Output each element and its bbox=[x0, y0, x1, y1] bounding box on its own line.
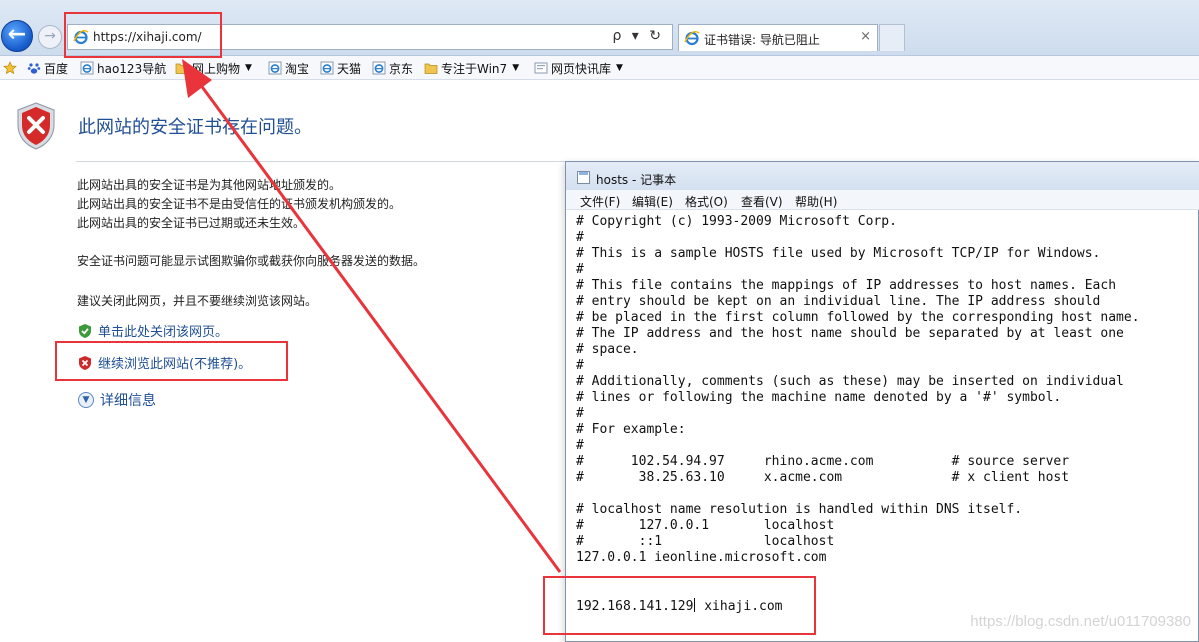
notepad-titlebar[interactable]: hosts - 记事本 bbox=[566, 162, 1199, 190]
text-line: # This is a sample HOSTS file used by Mi… bbox=[576, 246, 1101, 261]
green-shield-icon bbox=[79, 323, 91, 338]
close-link-text[interactable]: 单击此处关闭该网页。 bbox=[98, 321, 228, 340]
text-line: # ::1 localhost bbox=[576, 534, 835, 549]
menu-help[interactable]: 帮助(H) bbox=[795, 193, 837, 210]
reason-text: 此网站出具的安全证书不是由受信任的证书颁发机构颁发的。 bbox=[77, 197, 402, 211]
notepad-window: hosts - 记事本 文件(F) 编辑(E) 格式(O) 查看(V) 帮助(H… bbox=[565, 161, 1199, 642]
fav-label: 专注于Win7 bbox=[441, 61, 508, 76]
folder-icon bbox=[175, 63, 189, 74]
text-line: # 102.54.94.97 rhino.acme.com # source s… bbox=[576, 454, 1070, 469]
fav-item-win7[interactable]: 专注于Win7 ▼ bbox=[424, 60, 519, 76]
fav-item-shopping[interactable]: 网上购物 ▼ bbox=[175, 60, 252, 76]
menu-format[interactable]: 格式(O) bbox=[685, 193, 728, 210]
page-title: 此网站的安全证书存在问题。 bbox=[78, 117, 312, 138]
fav-label: 淘宝 bbox=[285, 61, 310, 76]
notepad-title: hosts - 记事本 bbox=[596, 173, 677, 187]
text-line: # 127.0.0.1 localhost bbox=[576, 518, 835, 533]
text-line bbox=[576, 486, 1196, 502]
paw-icon bbox=[27, 63, 41, 74]
close-page-link[interactable]: 单击此处关闭该网页。 bbox=[78, 321, 228, 340]
text-line: # bbox=[576, 230, 584, 245]
ie-page-icon bbox=[320, 61, 334, 75]
close-icon[interactable]: × bbox=[860, 29, 871, 44]
text-line: # This file contains the mappings of IP … bbox=[576, 278, 1117, 293]
menu-view[interactable]: 查看(V) bbox=[741, 193, 783, 210]
fav-item-jd[interactable]: 京东 bbox=[372, 60, 413, 76]
watermark: https://blog.csdn.net/u011709380 bbox=[970, 613, 1191, 630]
shield-error-icon bbox=[17, 102, 55, 150]
fav-label: hao123导航 bbox=[97, 61, 167, 76]
details-link[interactable]: ▼ 详细信息 bbox=[78, 390, 156, 410]
annotation-box-continue bbox=[55, 341, 288, 381]
folder-icon bbox=[424, 63, 438, 74]
text-line: # Additionally, comments (such as these)… bbox=[576, 374, 1124, 389]
text-line: # space. bbox=[576, 342, 639, 357]
text-line: # bbox=[576, 438, 584, 453]
search-refresh-icons[interactable]: ρ ▾ ↻ bbox=[612, 28, 664, 44]
fav-item-taobao[interactable]: 淘宝 bbox=[268, 60, 309, 76]
fav-label: 网上购物 bbox=[192, 61, 241, 76]
text-line: # For example: bbox=[576, 422, 686, 437]
recommend-text: 建议关闭此网页，并且不要继续浏览该网站。 bbox=[77, 294, 318, 308]
annotation-box-url bbox=[64, 12, 222, 58]
webslice-icon bbox=[534, 62, 548, 74]
chevron-down-icon: ▼ bbox=[512, 63, 520, 73]
fav-label: 网页快讯库 bbox=[551, 61, 612, 76]
text-line: # bbox=[576, 406, 584, 421]
new-tab-button[interactable] bbox=[879, 24, 905, 51]
text-line: # localhost name resolution is handled w… bbox=[576, 502, 1023, 517]
text-line: # 38.25.63.10 x.acme.com # x client host bbox=[576, 470, 1070, 485]
text-line: # Copyright (c) 1993-2009 Microsoft Corp… bbox=[576, 214, 897, 229]
screenshot-root: ← → https://xihaji.com/ ρ ▾ ↻ 证书错误: 导航已阻… bbox=[0, 0, 1199, 642]
ie-page-icon bbox=[80, 61, 94, 75]
favorites-bar: 百度 hao123导航 网上购物 ▼ 淘宝 天猫 京东 专注于Win7 ▼ 网页… bbox=[0, 56, 1199, 80]
chevron-down-icon: ▼ bbox=[245, 63, 252, 73]
chevron-down-icon: ▼ bbox=[616, 63, 623, 73]
tab-title: 证书错误: 导航已阻止 bbox=[704, 33, 820, 47]
ie-logo-icon bbox=[684, 30, 700, 46]
fav-label: 天猫 bbox=[337, 61, 362, 76]
ie-page-icon bbox=[268, 61, 282, 75]
menu-edit[interactable]: 编辑(E) bbox=[632, 193, 673, 210]
annotation-box-hosts-entry bbox=[543, 576, 816, 635]
reason-text: 此网站出具的安全证书已过期或还未生效。 bbox=[77, 216, 306, 230]
forward-button[interactable]: → bbox=[38, 25, 62, 49]
fav-item-tmall[interactable]: 天猫 bbox=[320, 60, 361, 76]
text-line: # entry should be kept on an individual … bbox=[576, 294, 1101, 309]
text-line: # bbox=[576, 358, 584, 373]
text-line: # be placed in the first column followed… bbox=[576, 310, 1140, 325]
arrow-left-icon: ← bbox=[7, 22, 27, 47]
chevron-down-icon: ▼ bbox=[78, 392, 94, 408]
fav-item-hao123[interactable]: hao123导航 bbox=[80, 60, 166, 76]
warning-text: 安全证书问题可能显示试图欺骗你或截获你向服务器发送的数据。 bbox=[77, 254, 426, 268]
arrow-right-icon: → bbox=[44, 28, 56, 44]
fav-label: 京东 bbox=[389, 61, 414, 76]
favorites-star-icon[interactable] bbox=[3, 60, 17, 76]
tab-cert-error[interactable]: 证书错误: 导航已阻止 × bbox=[678, 24, 878, 51]
text-line: # lines or following the machine name de… bbox=[576, 390, 1062, 405]
star-icon bbox=[3, 61, 17, 75]
details-link-text[interactable]: 详细信息 bbox=[100, 390, 156, 410]
text-line: # The IP address and the host name shoul… bbox=[576, 326, 1124, 341]
fav-label: 百度 bbox=[44, 61, 69, 76]
notepad-menubar: 文件(F) 编辑(E) 格式(O) 查看(V) 帮助(H) bbox=[566, 190, 1199, 210]
fav-item-webslice[interactable]: 网页快讯库 ▼ bbox=[534, 60, 623, 76]
ie-page-icon bbox=[372, 61, 386, 75]
text-line: # bbox=[576, 262, 584, 277]
back-button[interactable]: ← bbox=[1, 20, 33, 52]
text-line: 127.0.0.1 ieonline.microsoft.com bbox=[576, 550, 827, 565]
notepad-icon bbox=[577, 171, 590, 184]
reason-text: 此网站出具的安全证书是为其他网站地址颁发的。 bbox=[77, 178, 342, 192]
menu-file[interactable]: 文件(F) bbox=[580, 193, 620, 210]
fav-item-baidu[interactable]: 百度 bbox=[27, 60, 68, 76]
